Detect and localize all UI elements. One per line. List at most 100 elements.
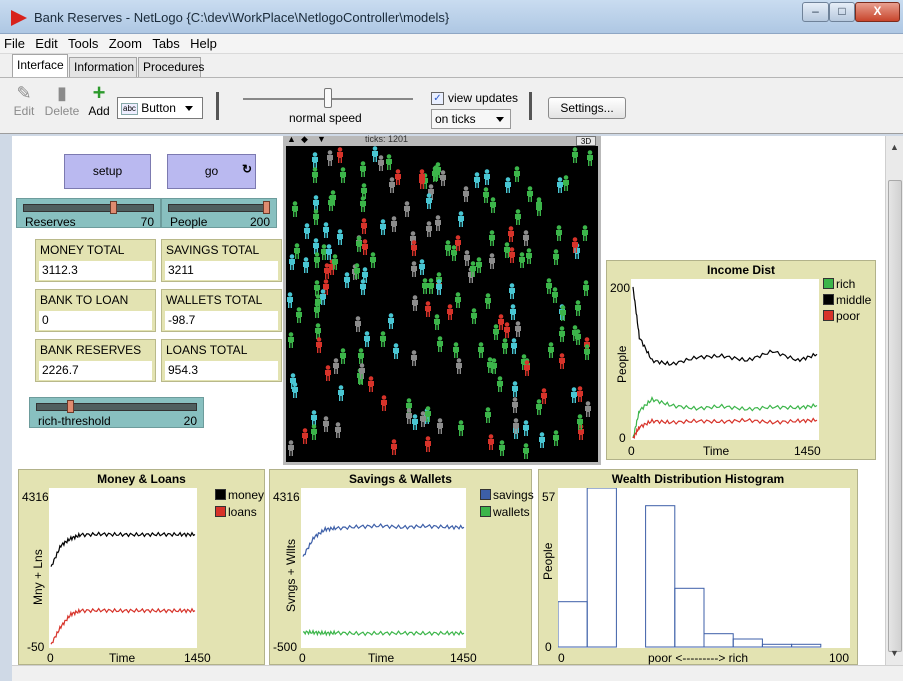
menu-tabs[interactable]: Tabs bbox=[148, 34, 182, 54]
widget-type-select[interactable]: abc Button bbox=[117, 97, 203, 119]
turtle-person-icon bbox=[526, 186, 534, 202]
slider-value: 70 bbox=[140, 215, 154, 229]
turtle-person-icon bbox=[574, 300, 582, 316]
maximize-button[interactable]: □ bbox=[829, 2, 855, 22]
turtle-person-icon bbox=[322, 416, 330, 432]
menu-zoom[interactable]: Zoom bbox=[105, 34, 145, 54]
settings-button[interactable]: Settings... bbox=[548, 97, 626, 119]
turtle-person-icon bbox=[343, 272, 351, 288]
y-min-label: -500 bbox=[273, 640, 298, 654]
legend-loans: loans bbox=[215, 505, 257, 519]
speed-label: normal speed bbox=[289, 111, 362, 125]
go-button[interactable]: go ↻ bbox=[167, 154, 256, 189]
turtle-person-icon bbox=[314, 294, 322, 310]
savings-total-monitor: SAVINGS TOTAL 3211 bbox=[161, 239, 282, 282]
slider-thumb[interactable] bbox=[263, 201, 270, 214]
plot-area bbox=[301, 488, 466, 648]
turtle-person-icon bbox=[303, 223, 311, 239]
3d-view-button[interactable]: 3D bbox=[576, 136, 596, 146]
vertical-scrollbar[interactable]: ▲ ▼ bbox=[885, 136, 903, 665]
money-loans-chart bbox=[50, 531, 196, 645]
turtle-person-icon bbox=[508, 283, 516, 299]
reserves-slider[interactable]: Reserves 70 bbox=[16, 198, 161, 229]
window-title: Bank Reserves - NetLogo {C:\dev\WorkPlac… bbox=[34, 10, 450, 25]
turtle-person-icon bbox=[498, 440, 506, 456]
monitor-value: 3211 bbox=[165, 261, 278, 280]
turtle-person-icon bbox=[302, 257, 310, 273]
x-axis-label: poor <---------> rich bbox=[648, 651, 749, 665]
turtle-person-icon bbox=[410, 350, 418, 366]
turtle-person-icon bbox=[424, 406, 432, 422]
histogram-bar bbox=[761, 643, 793, 648]
turtle-person-icon bbox=[390, 439, 398, 455]
turtle-person-icon bbox=[367, 376, 375, 392]
slider-thumb[interactable] bbox=[66, 400, 74, 413]
menu-help[interactable]: Help bbox=[186, 34, 220, 54]
add-tool-button[interactable]: + Add bbox=[86, 80, 112, 119]
update-mode-value: on ticks bbox=[435, 112, 476, 126]
update-mode-select[interactable]: on ticks bbox=[431, 109, 511, 129]
speed-slider-thumb[interactable] bbox=[324, 88, 332, 108]
chevron-down-icon bbox=[496, 117, 504, 122]
slider-track bbox=[36, 403, 197, 411]
add-label: Add bbox=[88, 104, 110, 118]
plus-icon: + bbox=[92, 80, 106, 105]
legend-label: wallets bbox=[493, 505, 530, 519]
rich-threshold-slider[interactable]: rich-threshold 20 bbox=[29, 397, 204, 428]
legend-swatch bbox=[480, 489, 491, 500]
y-max-label: 4316 bbox=[22, 490, 49, 504]
zoom-icon[interactable]: ◆ bbox=[301, 134, 308, 145]
turtle-person-icon bbox=[558, 326, 566, 342]
histogram-bar bbox=[703, 633, 734, 648]
people-slider[interactable]: People 200 bbox=[161, 198, 277, 229]
close-button[interactable]: X bbox=[855, 2, 900, 22]
turtle-person-icon bbox=[379, 219, 387, 235]
world-view[interactable]: ▲ ◆ ▼ ticks: 1201 3D bbox=[283, 134, 601, 465]
turtle-person-icon bbox=[547, 342, 555, 358]
menu-tools[interactable]: Tools bbox=[64, 34, 101, 54]
monitor-value: -98.7 bbox=[165, 311, 278, 330]
turtle-person-icon bbox=[576, 386, 584, 402]
monitor-label: LOANS TOTAL bbox=[166, 343, 248, 357]
turtle-person-icon bbox=[486, 357, 494, 373]
minimize-button[interactable]: – bbox=[802, 2, 829, 22]
turtle-person-icon bbox=[454, 292, 462, 308]
income-dist-chart bbox=[632, 286, 818, 440]
series-line-savings bbox=[302, 522, 465, 557]
turtle-person-icon bbox=[357, 348, 365, 364]
view-updates-checkbox[interactable]: ✓ bbox=[431, 92, 444, 105]
turtle-person-icon bbox=[540, 388, 548, 404]
scroll-up-icon[interactable]: ▲ bbox=[890, 142, 899, 152]
menu-edit[interactable]: Edit bbox=[31, 34, 60, 54]
orbit-icon[interactable]: ▲ bbox=[287, 134, 296, 144]
move-icon[interactable]: ▼ bbox=[317, 134, 326, 144]
delete-tool-button[interactable]: ▮ Delete bbox=[44, 82, 80, 118]
scroll-down-icon[interactable]: ▼ bbox=[890, 648, 899, 658]
netlogo-logo-icon bbox=[11, 10, 27, 26]
turtle-person-icon bbox=[562, 175, 570, 191]
pencil-icon: ✎ bbox=[16, 83, 32, 103]
turtle-person-icon bbox=[326, 150, 334, 166]
tab-procedures[interactable]: Procedures bbox=[138, 57, 204, 77]
turtle-person-icon bbox=[329, 190, 337, 206]
turtle-person-icon bbox=[535, 200, 543, 216]
scrollbar-thumb[interactable] bbox=[888, 180, 902, 652]
edit-tool-button[interactable]: ✎ Edit bbox=[12, 82, 36, 118]
tab-information[interactable]: Information bbox=[69, 57, 137, 77]
legend-rich: rich bbox=[823, 277, 855, 291]
turtle-person-icon bbox=[337, 385, 345, 401]
histogram-bar bbox=[674, 587, 705, 648]
turtle-person-icon bbox=[483, 169, 491, 185]
slider-thumb[interactable] bbox=[109, 201, 117, 214]
turtle-person-icon bbox=[510, 338, 518, 354]
x-max-label: 1450 bbox=[450, 651, 477, 665]
histogram-bar bbox=[558, 601, 588, 648]
slider-track bbox=[168, 204, 270, 212]
setup-button[interactable]: setup bbox=[64, 154, 151, 189]
menu-file[interactable]: File bbox=[0, 34, 28, 54]
tab-interface[interactable]: Interface bbox=[12, 54, 68, 77]
money-loans-plot: Money & Loans 4316 -50 Mny + Lns 0 Time … bbox=[18, 469, 265, 665]
legend-label: rich bbox=[836, 277, 856, 291]
x-max-label: 100 bbox=[829, 651, 850, 665]
bank-reserves-monitor: BANK RESERVES 2226.7 bbox=[35, 339, 156, 382]
